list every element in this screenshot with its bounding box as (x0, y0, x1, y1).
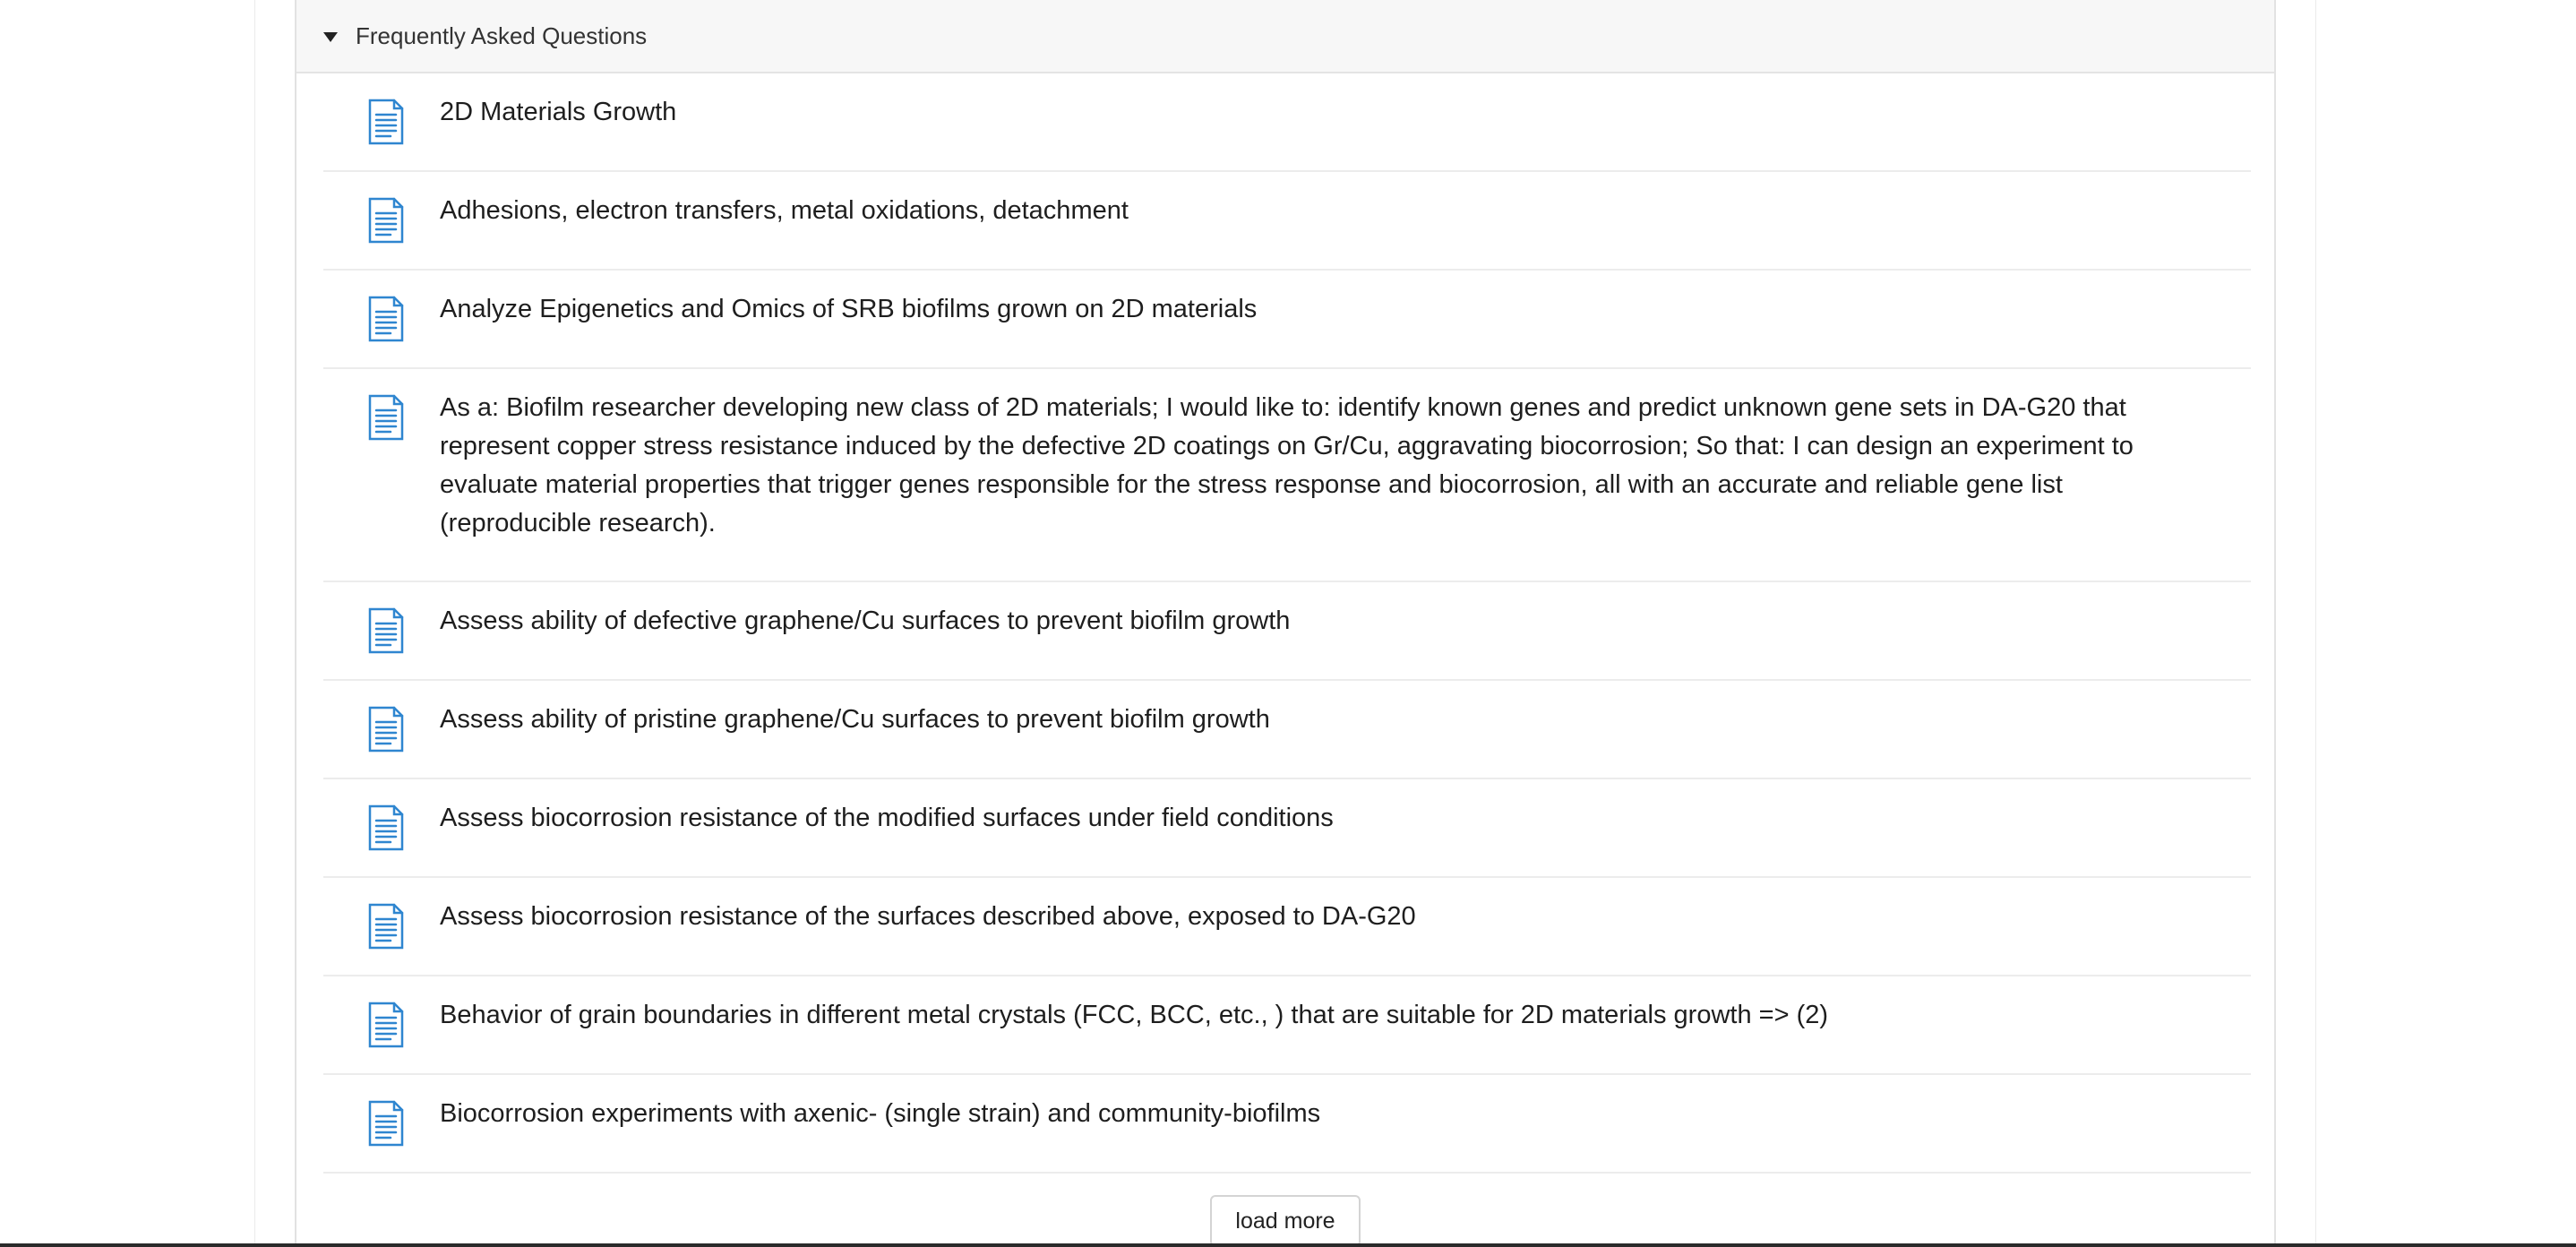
document-lines-icon (368, 394, 404, 441)
faq-item-text: Analyze Epigenetics and Omics of SRB bio… (440, 295, 1258, 323)
document-lines-icon (368, 296, 404, 342)
faq-item[interactable]: Assess biocorrosion resistance of the mo… (323, 779, 2251, 878)
faq-item[interactable]: Biocorrosion experiments with axenic- (s… (323, 1075, 2251, 1174)
faq-item-text: 2D Materials Growth (440, 98, 677, 126)
faq-item[interactable]: Analyze Epigenetics and Omics of SRB bio… (323, 271, 2251, 369)
faq-item-text: Assess ability of pristine graphene/Cu s… (440, 705, 1270, 734)
document-lines-icon (368, 903, 404, 950)
faq-item[interactable]: Behavior of grain boundaries in differen… (323, 976, 2251, 1075)
faq-item[interactable]: Assess ability of defective graphene/Cu … (323, 582, 2251, 681)
faq-item[interactable]: Assess biocorrosion resistance of the su… (323, 878, 2251, 976)
caret-down-icon[interactable] (323, 31, 338, 42)
document-lines-icon (368, 1002, 404, 1048)
faq-panel-header[interactable]: Frequently Asked Questions (296, 0, 2274, 73)
faq-item-text: Assess biocorrosion resistance of the su… (440, 902, 1416, 931)
faq-item-text: Assess biocorrosion resistance of the mo… (440, 804, 1334, 832)
faq-item[interactable]: 2D Materials Growth (323, 73, 2251, 172)
faq-item-text: Adhesions, electron transfers, metal oxi… (440, 196, 1129, 225)
faq-item-text: Behavior of grain boundaries in differen… (440, 1001, 1829, 1029)
document-lines-icon (368, 607, 404, 654)
faq-item[interactable]: As a: Biofilm researcher developing new … (323, 369, 2251, 582)
window-bottom-edge (0, 1243, 2576, 1247)
page-container: Frequently Asked Questions 2D Materials … (254, 0, 2316, 1247)
document-lines-icon (368, 99, 404, 145)
document-lines-icon (368, 804, 404, 851)
faq-item[interactable]: Assess ability of pristine graphene/Cu s… (323, 681, 2251, 779)
load-more-button[interactable]: load more (1210, 1195, 1361, 1247)
faq-item-text: Assess ability of defective graphene/Cu … (440, 606, 1291, 635)
document-lines-icon (368, 197, 404, 244)
document-lines-icon (368, 706, 404, 752)
faq-list: 2D Materials Growth Adhesions, electron … (323, 73, 2251, 1174)
faq-item-text: As a: Biofilm researcher developing new … (440, 393, 2134, 538)
faq-panel-title: Frequently Asked Questions (356, 22, 648, 49)
faq-item[interactable]: Adhesions, electron transfers, metal oxi… (323, 172, 2251, 271)
document-lines-icon (368, 1100, 404, 1147)
faq-item-text: Biocorrosion experiments with axenic- (s… (440, 1099, 1321, 1128)
load-more-container: load more (296, 1174, 2274, 1247)
faq-panel: Frequently Asked Questions 2D Materials … (295, 0, 2276, 1247)
